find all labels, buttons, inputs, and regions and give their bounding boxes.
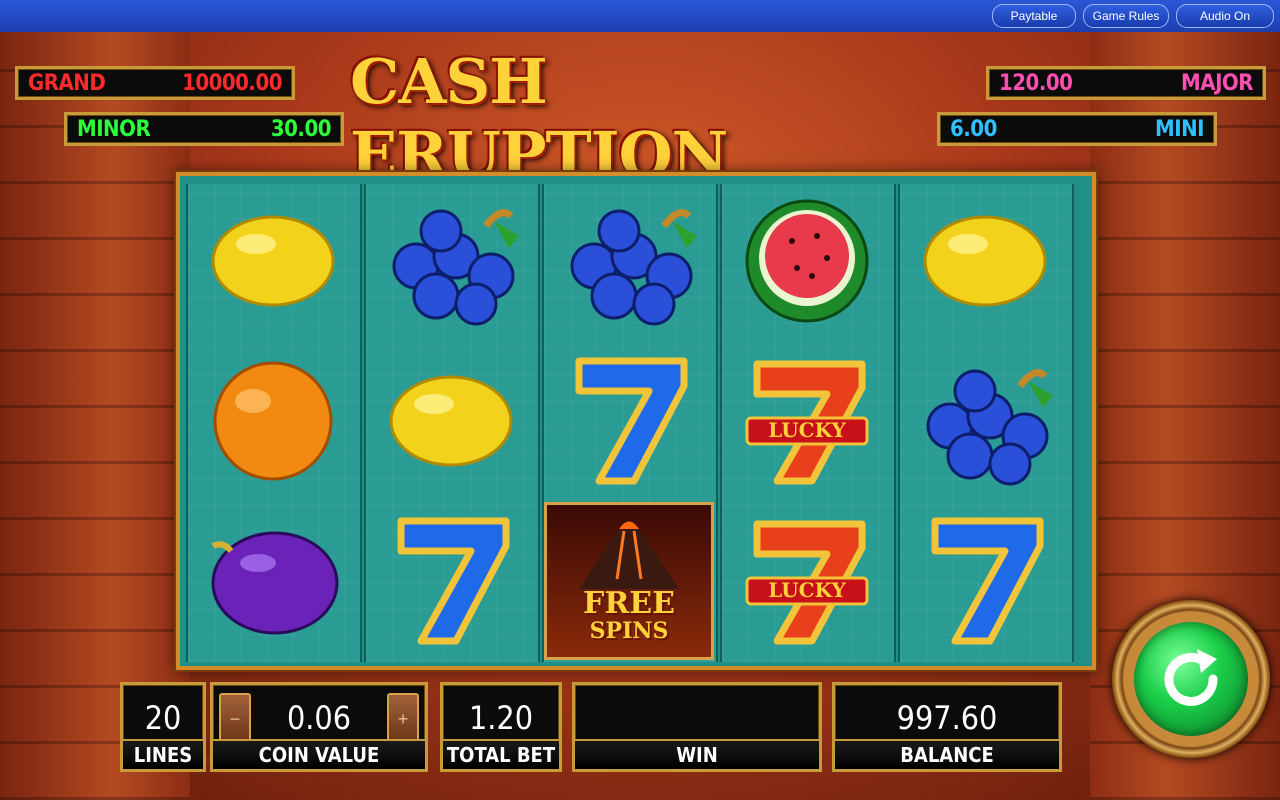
jackpot-mini-value: 6.00 [950, 116, 997, 142]
jackpot-minor-value: 30.00 [270, 116, 332, 142]
coin-value-increase-button[interactable]: + [387, 693, 419, 745]
jackpot-minor-label: MINOR [77, 116, 151, 142]
spins-label: SPINS [589, 618, 669, 644]
lines-panel: 20 LINES [120, 682, 206, 772]
lines-value: 20 [144, 699, 182, 737]
total-bet-panel: 1.20 TOTAL BET [440, 682, 562, 772]
blue-seven-icon [900, 506, 1070, 656]
jackpot-major-value: 120.00 [999, 70, 1073, 96]
spin-button[interactable] [1112, 600, 1270, 758]
lucky-label: LUCKY [768, 578, 846, 602]
coin-value-label: COIN VALUE [213, 739, 425, 769]
blue-seven-icon [544, 346, 714, 496]
game-title-logo: CASH ERUPTION [350, 45, 728, 191]
lemon-icon [366, 346, 536, 496]
lines-label: LINES [123, 739, 203, 769]
win-panel: WIN [572, 682, 822, 772]
lemon-icon [900, 186, 1070, 336]
jackpot-mini: 6.00 MINI [937, 112, 1217, 146]
lucky-label: LUCKY [768, 418, 846, 442]
reel-5 [898, 184, 1074, 662]
reel-grid: FREE SPINS LUCKY LUCKY [176, 172, 1096, 670]
lucky-seven-icon: LUCKY [722, 506, 892, 656]
total-bet-label: TOTAL BET [443, 739, 559, 769]
spin-arrow-icon [1134, 622, 1248, 736]
jackpot-major: 120.00 MAJOR [986, 66, 1266, 100]
watermelon-icon [722, 186, 892, 336]
top-bar: Paytable Game Rules Audio On [0, 0, 1280, 33]
reel-4: LUCKY LUCKY [720, 184, 896, 662]
free-label: FREE [583, 586, 675, 621]
paytable-button[interactable]: Paytable [992, 4, 1076, 28]
balance-panel: 997.60 BALANCE [832, 682, 1062, 772]
jackpot-mini-label: MINI [1155, 116, 1204, 142]
reel-1 [186, 184, 362, 662]
blue-seven-icon [366, 506, 536, 656]
grapes-icon [544, 186, 714, 336]
balance-value: 997.60 [896, 699, 998, 737]
reel-2 [364, 184, 540, 662]
jackpot-major-label: MAJOR [1181, 70, 1253, 96]
jackpot-minor: MINOR 30.00 [64, 112, 344, 146]
game-rules-button[interactable]: Game Rules [1083, 4, 1169, 28]
plum-icon [188, 506, 358, 656]
lemon-icon [188, 186, 358, 336]
grapes-icon [900, 346, 1070, 496]
jackpot-grand-value: 10000.00 [182, 70, 282, 96]
coin-value-panel: − 0.06 + COIN VALUE [210, 682, 428, 772]
audio-toggle-button[interactable]: Audio On [1176, 4, 1274, 28]
lucky-seven-icon: LUCKY [722, 346, 892, 496]
reel-3: FREE SPINS [542, 184, 718, 662]
jackpot-grand: GRAND 10000.00 [15, 66, 295, 100]
jackpot-grand-label: GRAND [28, 70, 106, 96]
balance-label: BALANCE [835, 739, 1059, 769]
free-spins-scatter-icon: FREE SPINS [544, 502, 714, 660]
total-bet-value: 1.20 [468, 699, 534, 737]
grapes-icon [366, 186, 536, 336]
win-value [575, 691, 819, 745]
win-label: WIN [575, 739, 819, 769]
orange-icon [188, 346, 358, 496]
